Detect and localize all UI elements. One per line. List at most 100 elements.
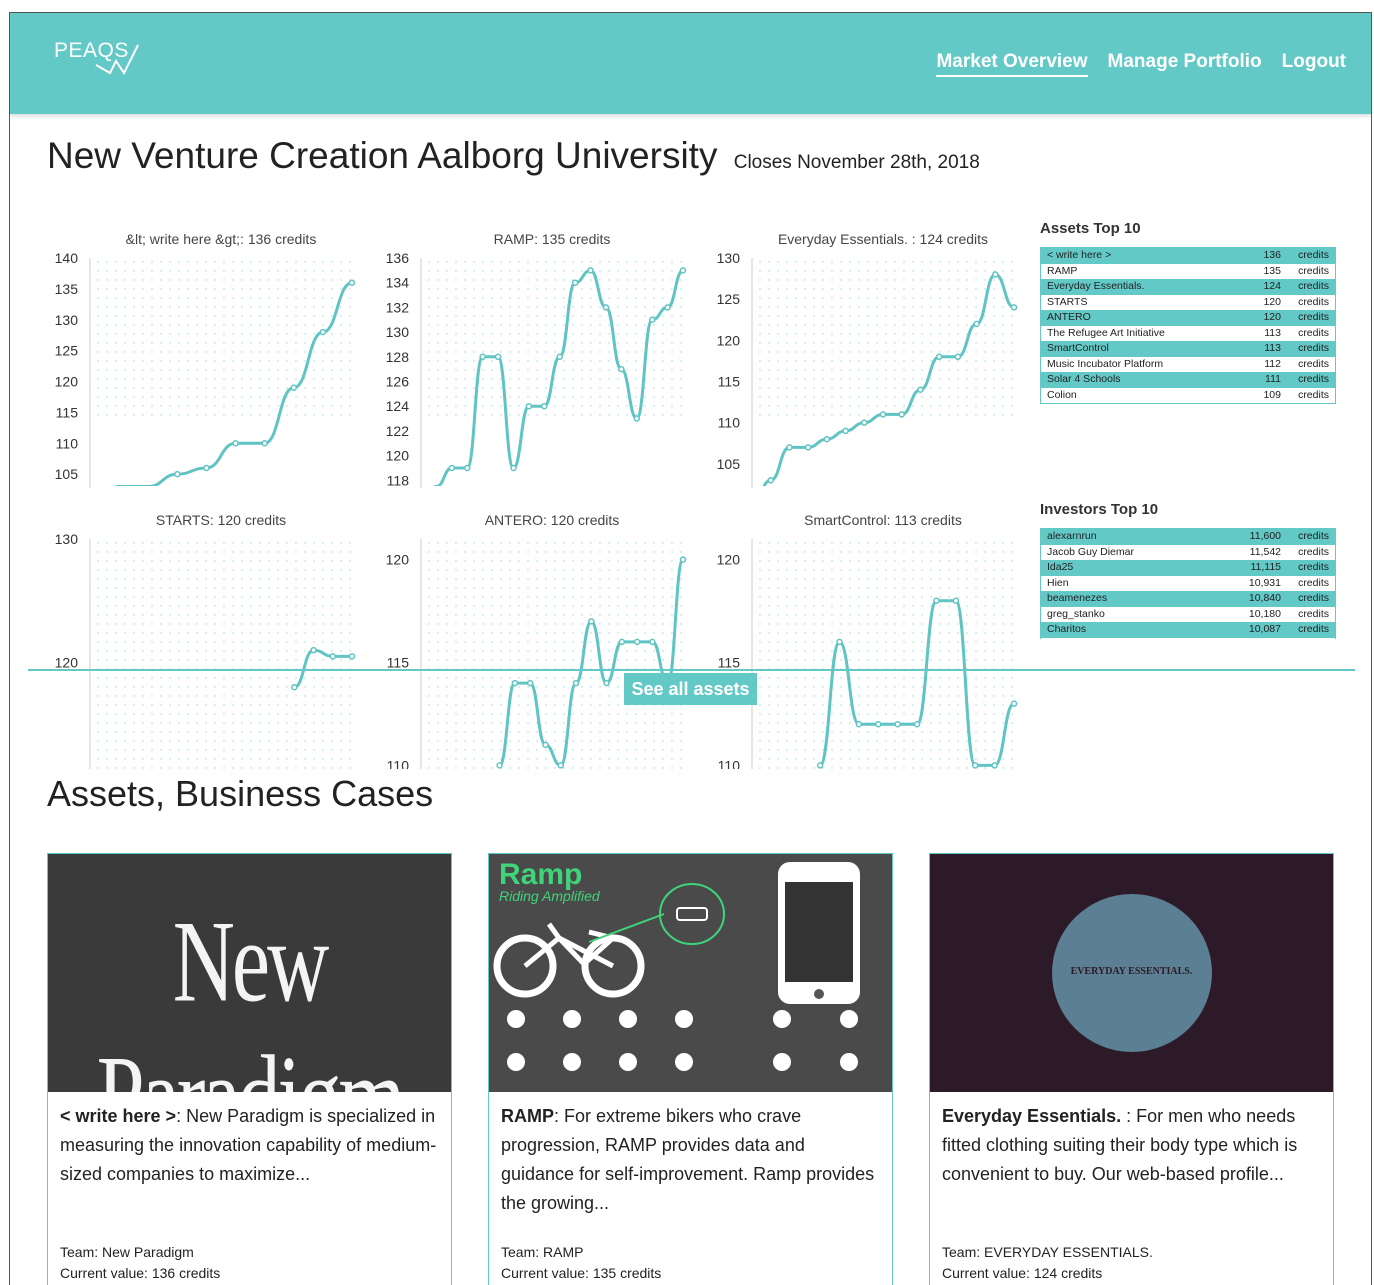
chart-point [329, 653, 337, 660]
asset-rank-unit: credits [1298, 373, 1329, 385]
asset-rank-value: 113 [1264, 342, 1281, 354]
chart-point [804, 444, 812, 451]
asset-rank-value: 112 [1264, 357, 1281, 370]
chart-point [174, 470, 181, 478]
investor-rank-unit: credits [1298, 592, 1329, 604]
y-tick-label: 130 [55, 531, 79, 547]
asset-rank-name: Everyday Essentials. [1047, 280, 1145, 292]
asset-rank-unit: credits [1298, 326, 1329, 339]
chart-point [633, 638, 641, 646]
y-tick-label: 124 [386, 398, 410, 414]
investor-rank-row[interactable]: greg_stanko 10,180 credits [1041, 607, 1335, 623]
chart-point [917, 386, 924, 393]
investor-rank-value: 11,115 [1250, 561, 1281, 573]
y-tick-label: 128 [386, 349, 410, 365]
investor-rank-unit: credits [1298, 545, 1329, 558]
chart-everyday-essentials[interactable]: Everyday Essentials. : 124 credits 130 125… [702, 228, 1032, 488]
nav-market-overview[interactable]: Market Overview [936, 51, 1088, 77]
y-tick-label: 120 [717, 332, 741, 348]
chart-series-line [498, 558, 685, 767]
asset-rank-row[interactable]: Solar 4 Schools 111 credits [1041, 372, 1335, 388]
asset-name[interactable]: < write here > [60, 1106, 176, 1126]
asset-name[interactable]: Everyday Essentials. [942, 1106, 1121, 1126]
chart-point [511, 679, 519, 687]
page-title: New Venture Creation Aalborg University … [47, 135, 980, 177]
investor-rank-row[interactable]: Charitos 10,087 credits [1041, 622, 1335, 638]
asset-rank-name: < write here > [1047, 249, 1112, 261]
asset-rank-row[interactable]: The Refugee Art Initiative 113 credits [1041, 326, 1335, 342]
chart-point [1010, 304, 1018, 311]
asset-card[interactable]: EVERYDAY ESSENTIALS. Everyday Essentials… [929, 853, 1334, 1285]
asset-rank-unit: credits [1298, 280, 1329, 292]
asset-value: Current value: 135 credits [501, 1265, 662, 1281]
nav-logout[interactable]: Logout [1282, 51, 1346, 77]
investor-rank-row[interactable]: beamenezes 10,840 credits [1041, 591, 1335, 607]
chart-point [319, 328, 327, 336]
asset-value: Current value: 136 credits [60, 1265, 221, 1281]
investors-top-table: alexarnrun 11,600 credits Jacob Guy Diemar 1… [1040, 528, 1336, 639]
chart-point [618, 365, 625, 373]
asset-rank-row[interactable]: SmartControl 113 credits [1041, 341, 1335, 357]
asset-rank-unit: credits [1298, 264, 1329, 277]
chart-starts[interactable]: STARTS: 120 credits 130 120 [40, 509, 370, 769]
asset-image: New Paradigm [48, 854, 451, 1092]
asset-rank-row[interactable]: Colion 109 credits [1041, 388, 1335, 404]
y-tick-label: 132 [386, 299, 410, 315]
asset-name[interactable]: RAMP [501, 1106, 554, 1126]
asset-rank-name: ANTERO [1047, 311, 1091, 323]
chart-point [633, 415, 641, 422]
nav-manage-portfolio[interactable]: Manage Portfolio [1108, 51, 1262, 77]
asset-rank-row[interactable]: ANTERO 120 credits [1041, 310, 1335, 326]
chart-ramp[interactable]: RAMP: 135 credits 136 134 132 130 128 126 124 12… [371, 228, 701, 488]
chart-series-line [762, 272, 1015, 486]
chart-point [496, 762, 503, 769]
asset-card[interactable]: New Paradigm < write here >: New Paradig… [47, 853, 452, 1285]
chart-point [861, 419, 868, 426]
asset-rank-value: 124 [1263, 280, 1281, 292]
chart-point [952, 597, 960, 604]
asset-rank-row[interactable]: STARTS 120 credits [1041, 295, 1335, 311]
asset-rank-row[interactable]: RAMP 135 credits [1041, 264, 1335, 280]
asset-description: RAMP: For extreme bikers who crave progr… [489, 1092, 892, 1224]
see-all-assets-button[interactable]: See all assets [624, 673, 757, 705]
chart-point [542, 741, 549, 749]
investor-rank-row[interactable]: Hien 10,931 credits [1041, 576, 1335, 592]
chart-write-here[interactable]: &lt; write here &gt;: 136 credits 140 135 1… [40, 228, 370, 488]
chart-point [679, 556, 687, 563]
asset-card[interactable]: Ramp Riding Amplified RAMP: For extreme … [488, 853, 893, 1285]
asset-rank-row[interactable]: Everyday Essentials. 124 credits [1041, 279, 1335, 295]
chart-point [588, 618, 595, 625]
asset-rank-value: 113 [1264, 326, 1281, 339]
chart-point [935, 353, 943, 361]
chart-point [290, 384, 298, 391]
y-tick-label: 125 [55, 343, 79, 359]
investor-rank-name: Ida25 [1047, 561, 1074, 573]
chart-point [310, 646, 317, 654]
chart-point [571, 279, 579, 286]
peaqs-logo[interactable]: PEAQS [54, 39, 139, 75]
y-tick-label: 105 [717, 456, 741, 472]
chart-title: &lt; write here &gt;: 136 credits [126, 231, 317, 247]
y-tick-label: 130 [55, 312, 79, 328]
investor-rank-row[interactable]: alexarnrun 11,600 credits [1041, 529, 1335, 545]
asset-rank-row[interactable]: Music Incubator Platform 112 credits [1041, 357, 1335, 373]
y-tick-label: 130 [386, 324, 410, 340]
chart-smartcontrol[interactable]: SmartControl: 113 credits 120 115 110 [702, 509, 1032, 769]
investor-rank-unit: credits [1298, 576, 1329, 589]
investor-rank-row[interactable]: Ida25 11,115 credits [1041, 560, 1335, 576]
asset-rank-name: SmartControl [1047, 342, 1109, 354]
chart-dot-pattern [97, 261, 351, 416]
asset-rank-unit: credits [1298, 388, 1329, 401]
chart-point [618, 638, 626, 646]
asset-rank-row[interactable]: < write here > 136 credits [1041, 248, 1335, 264]
chart-point [448, 464, 456, 472]
investor-rank-row[interactable]: Jacob Guy Diemar 11,542 credits [1041, 545, 1335, 561]
chart-dot-pattern [97, 542, 351, 769]
chart-antero[interactable]: ANTERO: 120 credits 120 115 110 [371, 509, 701, 769]
chart-point [510, 464, 517, 472]
investor-rank-value: 10,180 [1248, 607, 1281, 620]
chart-point [526, 679, 534, 687]
everyday-essentials-logo: EVERYDAY ESSENTIALS. [1070, 966, 1193, 977]
chart-point [203, 464, 210, 472]
asset-rank-name: The Refugee Art Initiative [1047, 326, 1165, 339]
